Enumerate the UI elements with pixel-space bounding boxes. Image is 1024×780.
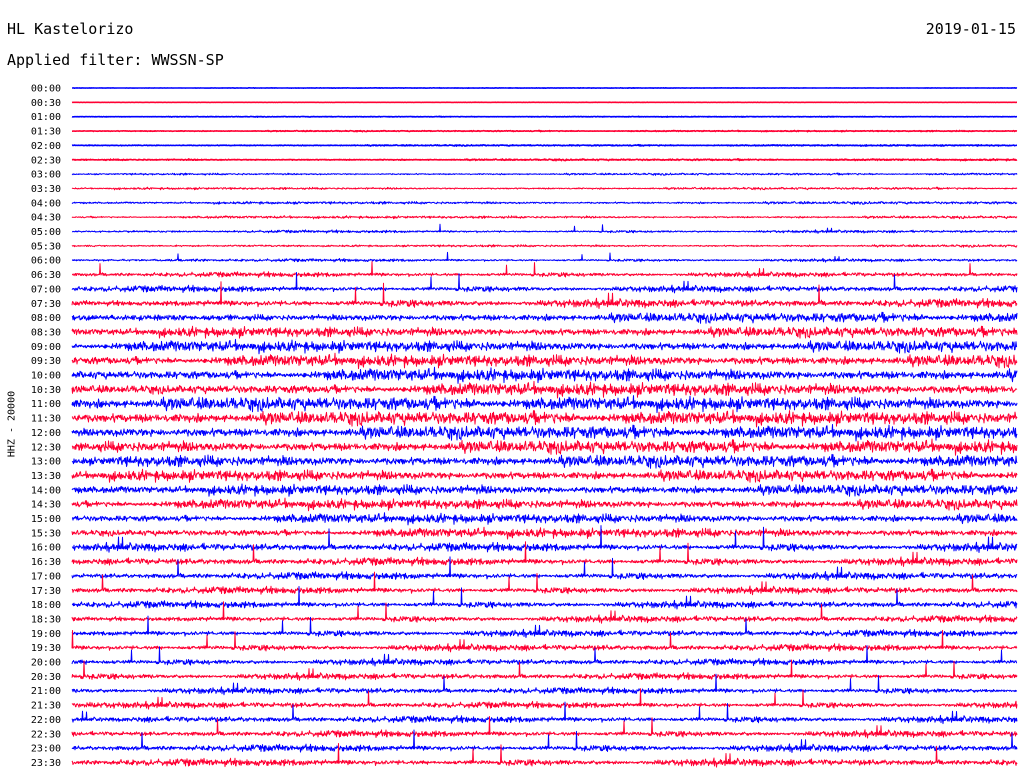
row-time-label: 12:30 — [31, 442, 61, 453]
trace-row-1430 — [71, 497, 1018, 512]
row-time-label: 20:30 — [31, 672, 61, 683]
row-time-label: 09:00 — [31, 342, 61, 353]
trace-row-1230 — [71, 438, 1018, 456]
row-time-label: 11:30 — [31, 414, 61, 425]
trace-row-0430 — [71, 215, 1018, 220]
row-time-label: 02:30 — [31, 155, 61, 166]
row-time-label: 06:30 — [31, 270, 61, 281]
row-time-label: 04:30 — [31, 213, 61, 224]
row-time-label: 03:00 — [31, 170, 61, 181]
trace-row-0730 — [71, 281, 1018, 309]
trace-row-1000 — [71, 366, 1018, 384]
row-time-label: 21:30 — [31, 701, 61, 712]
row-time-label: 23:00 — [31, 744, 61, 755]
trace-row-0000 — [71, 86, 1018, 90]
row-time-label: 21:00 — [31, 686, 61, 697]
trace-row-0100 — [71, 115, 1018, 118]
trace-row-2030 — [71, 659, 1018, 681]
row-time-label: 00:00 — [31, 84, 61, 95]
trace-row-1030 — [71, 380, 1018, 399]
trace-row-0400 — [71, 200, 1018, 205]
trace-row-1300 — [71, 453, 1018, 469]
row-time-label: 13:30 — [31, 471, 61, 482]
row-time-label: 22:30 — [31, 729, 61, 740]
trace-row-1500 — [71, 512, 1018, 526]
trace-row-1200 — [71, 424, 1018, 442]
row-time-label: 11:00 — [31, 399, 61, 410]
row-time-label: 12:00 — [31, 428, 61, 439]
row-time-label: 05:30 — [31, 241, 61, 252]
row-time-label: 07:30 — [31, 299, 61, 310]
trace-row-0500 — [71, 223, 1018, 234]
row-time-label: 05:00 — [31, 227, 61, 238]
row-time-label: 06:00 — [31, 256, 61, 267]
trace-row-0930 — [71, 352, 1018, 370]
trace-row-1530 — [71, 526, 1018, 540]
row-time-label: 16:30 — [31, 557, 61, 568]
trace-layer — [71, 86, 1018, 768]
row-time-label: 02:00 — [31, 141, 61, 152]
row-time-label: 09:30 — [31, 356, 61, 367]
trace-row-0200 — [71, 143, 1018, 147]
row-time-label: 19:30 — [31, 643, 61, 654]
row-time-label: 15:30 — [31, 528, 61, 539]
trace-row-0130 — [71, 129, 1018, 133]
trace-row-0530 — [71, 244, 1018, 248]
trace-row-0300 — [71, 172, 1018, 176]
row-time-label: 13:00 — [31, 457, 61, 468]
trace-row-0630 — [72, 261, 1018, 279]
trace-row-0900 — [71, 338, 1018, 355]
tick-label-layer: 00:00 00:30 01:00 01:30 02:00 02:30 03:00 03:30… — [31, 84, 61, 769]
row-time-label: 18:00 — [31, 600, 61, 611]
row-time-label: 16:00 — [31, 543, 61, 554]
row-time-label: 14:30 — [31, 500, 61, 511]
row-time-label: 01:30 — [31, 127, 61, 138]
trace-row-0330 — [71, 186, 1018, 191]
row-time-label: 22:00 — [31, 715, 61, 726]
row-time-label: 00:30 — [31, 98, 61, 109]
row-time-label: 10:00 — [31, 371, 61, 382]
row-time-label: 10:30 — [31, 385, 61, 396]
row-time-label: 08:30 — [31, 327, 61, 338]
trace-row-0600 — [71, 251, 1018, 263]
row-time-label: 04:00 — [31, 198, 61, 209]
row-time-label: 15:00 — [31, 514, 61, 525]
trace-row-1100 — [71, 395, 1018, 414]
trace-row-1130 — [71, 409, 1018, 428]
row-time-label: 20:00 — [31, 658, 61, 669]
trace-row-1400 — [71, 483, 1018, 497]
row-time-label: 17:00 — [31, 571, 61, 582]
row-time-label: 07:00 — [31, 284, 61, 295]
row-time-label: 03:30 — [31, 184, 61, 195]
row-time-label: 17:30 — [31, 586, 61, 597]
row-time-label: 14:00 — [31, 485, 61, 496]
trace-row-0800 — [71, 311, 1018, 324]
row-time-label: 08:00 — [31, 313, 61, 324]
row-time-label: 19:00 — [31, 629, 61, 640]
row-time-label: 01:00 — [31, 112, 61, 123]
trace-row-0230 — [71, 158, 1018, 162]
trace-row-0830 — [71, 325, 1018, 339]
row-time-label: 23:30 — [31, 758, 61, 769]
helicorder-plot: 00:00 00:30 01:00 01:30 02:00 02:30 03:00 03:30… — [31, 84, 1018, 769]
row-time-label: 18:30 — [31, 614, 61, 625]
trace-row-1330 — [71, 468, 1018, 483]
